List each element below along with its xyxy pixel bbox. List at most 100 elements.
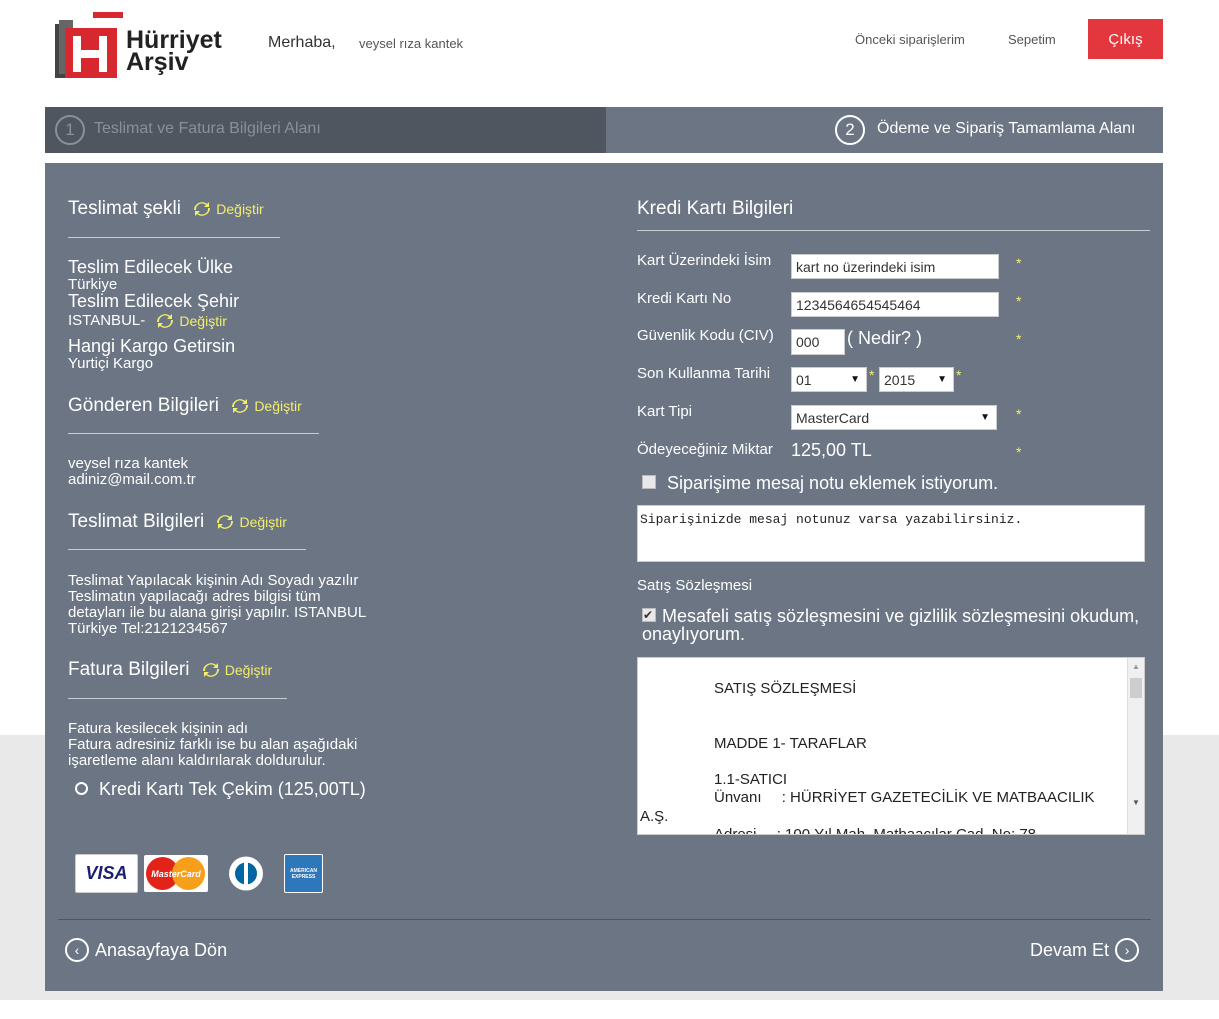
dropdown-arrow-icon: ▼ bbox=[980, 412, 990, 423]
checkout-panel: Teslimat şekli Değiştir Teslim Edilecek … bbox=[45, 163, 1163, 991]
visa-logo: VISA bbox=[75, 854, 138, 893]
divider bbox=[68, 549, 306, 550]
required-star: * bbox=[1016, 293, 1022, 309]
card-number-input[interactable]: 1234564654545464 bbox=[791, 292, 999, 317]
payment-option[interactable]: Kredi Kartı Tek Çekim (125,00TL) bbox=[75, 779, 366, 800]
card-type-label: Kart Tipi bbox=[637, 403, 693, 420]
contract-seller: 1.1-SATICI bbox=[714, 771, 788, 788]
contract-agree-option[interactable]: Mesafeli satış sözleşmesini ve gizlilik … bbox=[642, 606, 1152, 644]
payment-option-label: Kredi Kartı Tek Çekim (125,00TL) bbox=[99, 779, 366, 799]
step-delivery[interactable]: 1 Teslimat ve Fatura Bilgileri Alanı bbox=[45, 107, 606, 153]
required-star: * bbox=[1016, 444, 1022, 460]
message-note-option[interactable]: Siparişime mesaj notu eklemek istiyorum. bbox=[642, 473, 998, 494]
background-bottom bbox=[0, 1000, 1219, 1019]
sender-name: veysel rıza kantek bbox=[68, 455, 189, 472]
cvv-label: Güvenlik Kodu (CIV) bbox=[637, 327, 774, 344]
delivery-info-change-link[interactable]: Değiştir bbox=[215, 512, 287, 532]
city-change-link[interactable]: Değiştir bbox=[155, 311, 227, 331]
contract-heading: SATIŞ SÖZLEŞMESİ bbox=[714, 680, 857, 697]
delivery-info-line-1: Teslimat Yapılacak kişinin Adı Soyadı ya… bbox=[68, 572, 359, 589]
invoice-title: Fatura Bilgileri Değiştir bbox=[68, 659, 273, 680]
card-info-title: Kredi Kartı Bilgileri bbox=[637, 198, 794, 219]
invoice-change-link[interactable]: Değiştir bbox=[201, 660, 272, 680]
message-note-checkbox[interactable] bbox=[642, 475, 656, 490]
checkout-steps: 1 Teslimat ve Fatura Bilgileri Alanı 2 Ö… bbox=[45, 107, 1163, 153]
required-star: * bbox=[1016, 331, 1022, 347]
contract-title-cont: A.Ş. bbox=[640, 808, 669, 825]
delivery-method-title: Teslimat şekli Değiştir bbox=[68, 198, 264, 219]
logout-button[interactable]: Çıkış bbox=[1088, 19, 1163, 59]
step-label-2: Ödeme ve Sipariş Tamamlama Alanı bbox=[877, 120, 1136, 137]
required-star: * bbox=[956, 367, 962, 383]
invoice-line-2: Fatura adresiniz farklı ise bu alan aşağ… bbox=[68, 736, 358, 753]
hurriyet-arsiv-logo[interactable]: Hürriyet Arşiv bbox=[53, 12, 243, 82]
dropdown-arrow-icon: ▼ bbox=[850, 374, 860, 385]
divider bbox=[68, 698, 287, 699]
sender-email: adiniz@mail.com.tr bbox=[68, 471, 196, 488]
country-label: Teslim Edilecek Ülke bbox=[68, 257, 234, 277]
card-type-select[interactable]: MasterCard ▼ bbox=[791, 405, 997, 430]
amount-value: 125,00 TL bbox=[791, 440, 872, 460]
continue-button[interactable]: Devam Et › bbox=[1030, 938, 1140, 962]
contract-text-box[interactable]: SATIŞ SÖZLEŞMESİ MADDE 1- TARAFLAR 1.1-S… bbox=[637, 657, 1145, 835]
city-label: Teslim Edilecek Şehir bbox=[68, 291, 240, 311]
contract-label: Satış Sözleşmesi bbox=[637, 577, 753, 594]
refresh-icon bbox=[157, 314, 174, 328]
message-note-label: Siparişime mesaj notu eklemek istiyorum. bbox=[667, 473, 999, 493]
card-number-label: Kredi Kartı No bbox=[637, 290, 732, 307]
logo-text-arsiv: Arşiv bbox=[126, 48, 189, 76]
cart-link[interactable]: Sepetim bbox=[1008, 32, 1056, 47]
scroll-down-icon[interactable]: ▼ bbox=[1132, 798, 1140, 807]
cargo-value: Yurtiçi Kargo bbox=[68, 355, 154, 372]
mastercard-logo: MasterCard bbox=[144, 855, 208, 892]
delivery-info-line-3: detayları ile bu alana girişi yapılır. I… bbox=[68, 604, 367, 621]
username: veysel rıza kantek bbox=[359, 36, 464, 51]
amount-label: Ödeyeceğiniz Miktar bbox=[637, 441, 773, 458]
payment-option-radio[interactable] bbox=[75, 781, 88, 795]
country-value: Türkiye bbox=[68, 276, 118, 293]
chevron-left-icon: ‹ bbox=[65, 938, 89, 962]
diners-club-icon bbox=[216, 855, 276, 892]
expiry-year-select[interactable]: 2015 ▼ bbox=[879, 367, 954, 392]
refresh-icon bbox=[194, 201, 211, 216]
back-home-button[interactable]: ‹ Anasayfaya Dön bbox=[65, 938, 227, 962]
previous-orders-link[interactable]: Önceki siparişlerim bbox=[855, 32, 965, 47]
expiry-month-select[interactable]: 01 ▼ bbox=[791, 367, 867, 392]
chevron-right-icon: › bbox=[1115, 938, 1140, 962]
card-name-input[interactable]: kart no üzerindeki isim bbox=[791, 254, 999, 279]
cargo-label: Hangi Kargo Getirsin bbox=[68, 336, 236, 356]
greeting-label: Merhaba, bbox=[268, 34, 336, 51]
contract-title-row: Ünvanı : HÜRRİYET GAZETECİLİK VE MATBAAC… bbox=[714, 789, 1095, 806]
delivery-info-line-2: Teslimatın yapılacağı adres bilgisi tüm bbox=[68, 588, 321, 605]
message-note-textarea[interactable]: Siparişinizde mesaj notunuz varsa yazabi… bbox=[637, 505, 1145, 562]
diners-club-logo bbox=[214, 855, 278, 892]
contract-scrollbar[interactable]: ▲ ▼ bbox=[1127, 658, 1144, 834]
cvv-input[interactable]: 000 bbox=[791, 329, 845, 355]
invoice-line-1: Fatura kesilecek kişinin adı bbox=[68, 720, 249, 737]
required-star: * bbox=[1016, 406, 1022, 422]
scroll-up-icon[interactable]: ▲ bbox=[1132, 662, 1140, 671]
contract-agree-checkbox[interactable] bbox=[642, 606, 656, 624]
card-logos: VISA MasterCard AMERICAN EXPRESS bbox=[75, 854, 323, 893]
dropdown-arrow-icon: ▼ bbox=[937, 374, 947, 385]
contract-article: MADDE 1- TARAFLAR bbox=[714, 735, 867, 752]
refresh-icon bbox=[232, 398, 249, 413]
delivery-info-title: Teslimat Bilgileri Değiştir bbox=[68, 511, 287, 532]
city-row: ISTANBUL- Değiştir bbox=[68, 311, 227, 331]
amex-logo: AMERICAN EXPRESS bbox=[284, 854, 323, 893]
city-value: ISTANBUL- bbox=[68, 311, 146, 329]
delivery-info-line-4: Türkiye Tel:2121234567 bbox=[68, 620, 228, 637]
step-number-2: 2 bbox=[835, 115, 865, 145]
scroll-thumb[interactable] bbox=[1130, 678, 1142, 698]
required-star: * bbox=[869, 367, 875, 383]
divider bbox=[68, 237, 280, 238]
contract-agree-label: Mesafeli satış sözleşmesini ve gizlilik … bbox=[642, 606, 1140, 644]
delivery-method-change-link[interactable]: Değiştir bbox=[192, 199, 264, 219]
step-label-1: Teslimat ve Fatura Bilgileri Alanı bbox=[94, 120, 321, 137]
refresh-icon bbox=[202, 662, 219, 677]
invoice-line-3: işaretleme alanı kaldırılarak doldurulur… bbox=[68, 752, 326, 769]
card-name-label: Kart Üzerindeki İsim bbox=[637, 252, 772, 269]
cvv-help-link[interactable]: ( Nedir? ) bbox=[847, 328, 922, 349]
required-star: * bbox=[1016, 255, 1022, 271]
sender-change-link[interactable]: Değiştir bbox=[230, 396, 302, 416]
